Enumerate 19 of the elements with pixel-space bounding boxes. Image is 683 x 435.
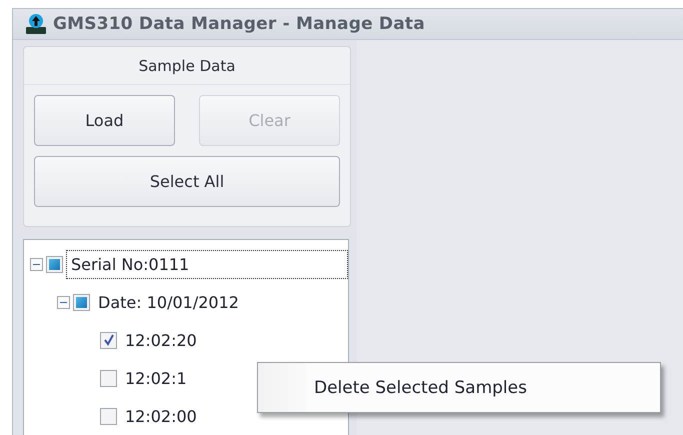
app-icon (25, 13, 47, 35)
tree-item[interactable]: Serial No:0111 (66, 250, 348, 278)
checkbox[interactable] (100, 332, 117, 348)
collapse-icon[interactable] (57, 296, 70, 308)
group-title: Sample Data (24, 47, 350, 85)
load-button[interactable]: Load (34, 95, 175, 146)
collapse-icon[interactable] (30, 258, 43, 270)
checkbox[interactable] (100, 408, 117, 424)
menu-icon-column (258, 363, 306, 412)
tree-item[interactable]: 12:02:20 (120, 326, 202, 354)
checkbox[interactable] (100, 370, 117, 386)
select-all-button[interactable]: Select All (34, 156, 340, 207)
window-title: GMS310 Data Manager - Manage Data (53, 14, 425, 34)
tree-item[interactable]: 12:02:1 (120, 364, 192, 392)
tree-item[interactable]: 12:02:00 (120, 402, 202, 430)
tree-item[interactable]: Date: 10/01/2012 (93, 288, 244, 316)
menu-item[interactable]: Delete Selected Samples (314, 378, 527, 398)
checkbox[interactable] (73, 294, 90, 310)
checkbox[interactable] (46, 256, 63, 272)
